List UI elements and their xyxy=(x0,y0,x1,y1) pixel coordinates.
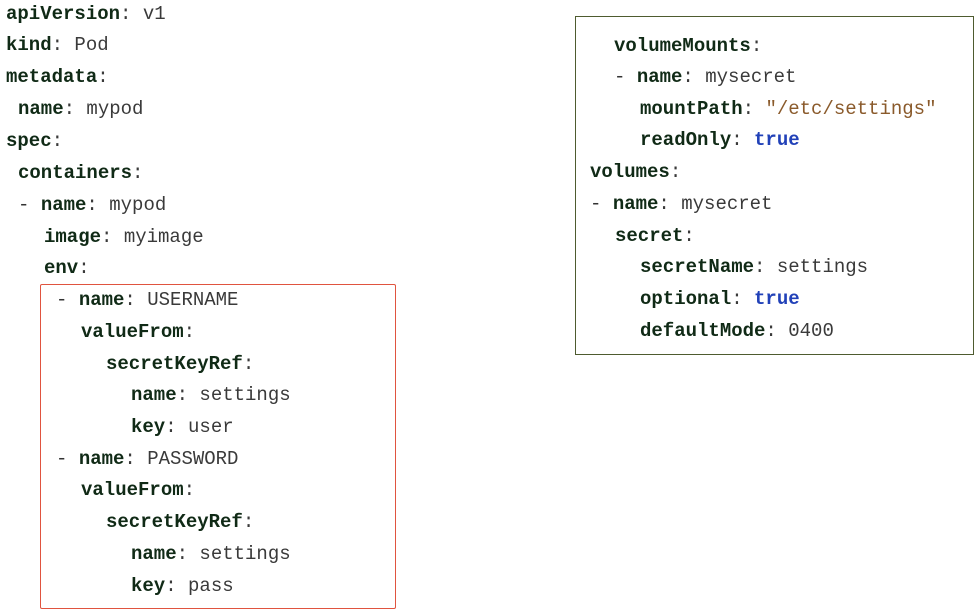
yaml-line-containers: containers: xyxy=(18,162,144,184)
yaml-line-env: env: xyxy=(44,257,90,279)
yaml-line-secretname: secretName: settings xyxy=(640,256,869,278)
yaml-line-container-name: - name: mypod xyxy=(18,194,167,216)
yaml-line-apiversion: apiVersion: v1 xyxy=(6,3,166,25)
yaml-line-ref-name: name: settings xyxy=(131,384,291,406)
yaml-line-optional: optional: true xyxy=(640,288,800,310)
yaml-line-mountpath: mountPath: "/etc/settings" xyxy=(640,98,937,120)
yaml-line-ref-key: key: user xyxy=(131,416,234,438)
yaml-line-env-name: - name: USERNAME xyxy=(56,289,239,311)
yaml-line-volumes: volumes: xyxy=(590,161,682,183)
yaml-line-readonly: readOnly: true xyxy=(640,129,800,151)
yaml-line-metadata-name: name: mypod xyxy=(18,98,144,120)
yaml-line-defaultmode: defaultMode: 0400 xyxy=(640,320,834,342)
yaml-line-kind: kind: Pod xyxy=(6,34,109,56)
yaml-line-image: image: myimage xyxy=(44,226,204,248)
yaml-line-env-name: - name: PASSWORD xyxy=(56,448,239,470)
yaml-line-secretkeyref: secretKeyRef: xyxy=(106,353,255,375)
yaml-line-volumemounts: volumeMounts: xyxy=(614,35,763,57)
yaml-line-ref-key: key: pass xyxy=(131,575,234,597)
yaml-line-valuefrom: valueFrom: xyxy=(81,321,196,343)
yaml-line-ref-name: name: settings xyxy=(131,543,291,565)
yaml-line-valuefrom: valueFrom: xyxy=(81,479,196,501)
yaml-line-secret: secret: xyxy=(615,225,695,247)
yaml-line-spec: spec: xyxy=(6,130,64,152)
yaml-line-mount-name: - name: mysecret xyxy=(614,66,797,88)
yaml-line-secretkeyref: secretKeyRef: xyxy=(106,511,255,533)
yaml-line-volume-name: - name: mysecret xyxy=(590,193,773,215)
yaml-line-metadata: metadata: xyxy=(6,66,109,88)
